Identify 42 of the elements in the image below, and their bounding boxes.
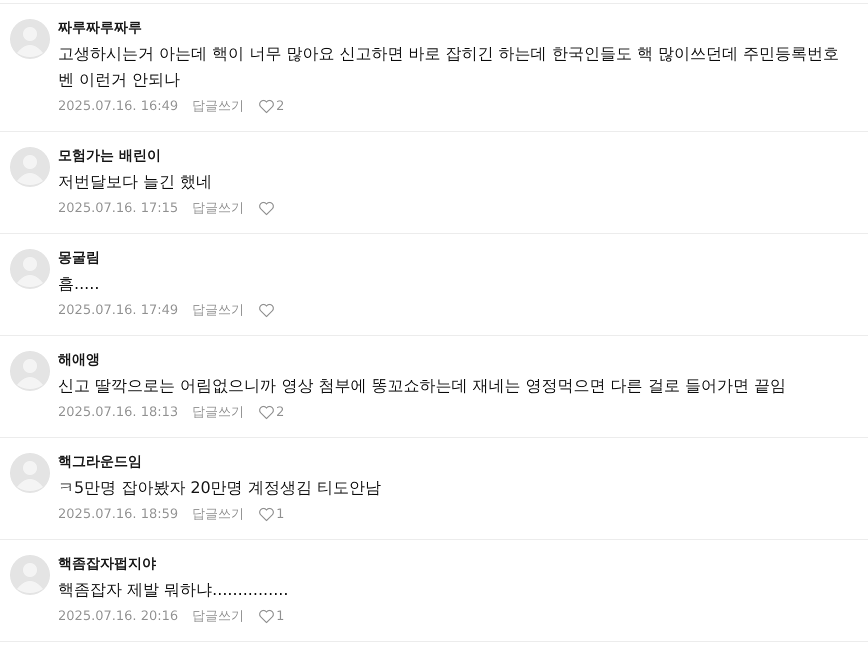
comment-date: 2025.07.16. 17:49: [58, 302, 178, 318]
comment-text: 흠.....: [58, 273, 100, 295]
author-name[interactable]: 짜루짜루짜루: [58, 17, 142, 39]
like-button[interactable]: 2: [258, 98, 284, 114]
comment-date: 2025.07.16. 16:49: [58, 98, 178, 114]
like-button[interactable]: 1: [258, 608, 284, 624]
like-button[interactable]: 2: [258, 404, 284, 420]
author-name[interactable]: 핵좀잡자펍지야: [58, 553, 156, 575]
comment-date: 2025.07.16. 17:15: [58, 200, 178, 216]
heart-icon: [258, 302, 276, 318]
heart-icon: [258, 200, 276, 216]
reply-link[interactable]: 답글쓰기: [192, 607, 244, 625]
comment-text: 핵좀잡자 제발 뭐하냐...............: [58, 579, 288, 601]
avatar-icon: [10, 19, 50, 59]
comment-date: 2025.07.16. 18:59: [58, 506, 178, 522]
avatar-icon: [10, 249, 50, 289]
author-name[interactable]: 핵그라운드임: [58, 451, 142, 473]
reply-link[interactable]: 답글쓰기: [192, 301, 244, 319]
comment-text: 고생하시는거 아는데 핵이 너무 많아요 신고하면 바로 잡히긴 하는데 한국인들도 핵 많이쓰던데 주민등록번호 벤 이런거 안되나: [58, 43, 840, 91]
heart-icon: [258, 98, 276, 114]
author-name[interactable]: 모험가는 배린이: [58, 145, 161, 167]
like-button[interactable]: 1: [258, 506, 284, 522]
comment-text: ㅋ5만명 잡아봤자 20만명 계정생김 티도안남: [58, 477, 381, 499]
reply-link[interactable]: 답글쓰기: [192, 97, 244, 115]
avatar-icon: [10, 555, 50, 595]
comment-text: 저번달보다 늘긴 했네: [58, 171, 214, 193]
author-name[interactable]: 해애앵: [58, 349, 100, 371]
avatar-icon: [10, 351, 50, 391]
comment-text: 신고 딸깍으로는 어림없으니까 영상 첨부에 똥꼬쇼하는데 재네는 영정먹으면 다른 걸로 들어가면 끝임: [58, 375, 786, 397]
comment-date: 2025.07.16. 18:13: [58, 404, 178, 420]
like-button[interactable]: [258, 302, 276, 318]
comment-date: 2025.07.16. 20:16: [58, 608, 178, 624]
heart-icon: [258, 506, 276, 522]
reply-link[interactable]: 답글쓰기: [192, 505, 244, 523]
author-name[interactable]: 몽굴림: [58, 247, 100, 269]
like-button[interactable]: [258, 200, 276, 216]
avatar-icon: [10, 453, 50, 493]
avatar-icon: [10, 147, 50, 187]
heart-icon: [258, 404, 276, 420]
heart-icon: [258, 608, 276, 624]
reply-link[interactable]: 답글쓰기: [192, 403, 244, 421]
reply-link[interactable]: 답글쓰기: [192, 199, 244, 217]
